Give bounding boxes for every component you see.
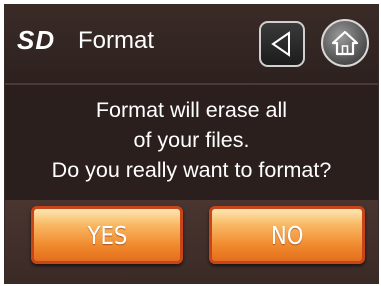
message-line: Format will erase all <box>95 98 288 122</box>
back-triangle-icon <box>271 31 290 57</box>
screen-title: Format <box>78 27 155 54</box>
yes-button[interactable]: YES <box>31 206 183 264</box>
back-button[interactable] <box>259 21 305 67</box>
home-button[interactable] <box>321 19 369 67</box>
sd-label: SD <box>17 25 56 55</box>
confirmation-message: Format will erase all of your files. Do … <box>5 95 378 185</box>
header-bar: SD Format <box>5 5 378 85</box>
no-button[interactable]: NO <box>209 206 365 264</box>
yes-button-label: YES <box>87 220 127 250</box>
message-line: of your files. <box>133 128 250 152</box>
message-line: Do you really want to format? <box>51 158 332 182</box>
format-screen: SD Format Format will erase all of your … <box>4 4 379 284</box>
no-button-label: NO <box>270 220 304 250</box>
home-icon <box>331 30 359 56</box>
